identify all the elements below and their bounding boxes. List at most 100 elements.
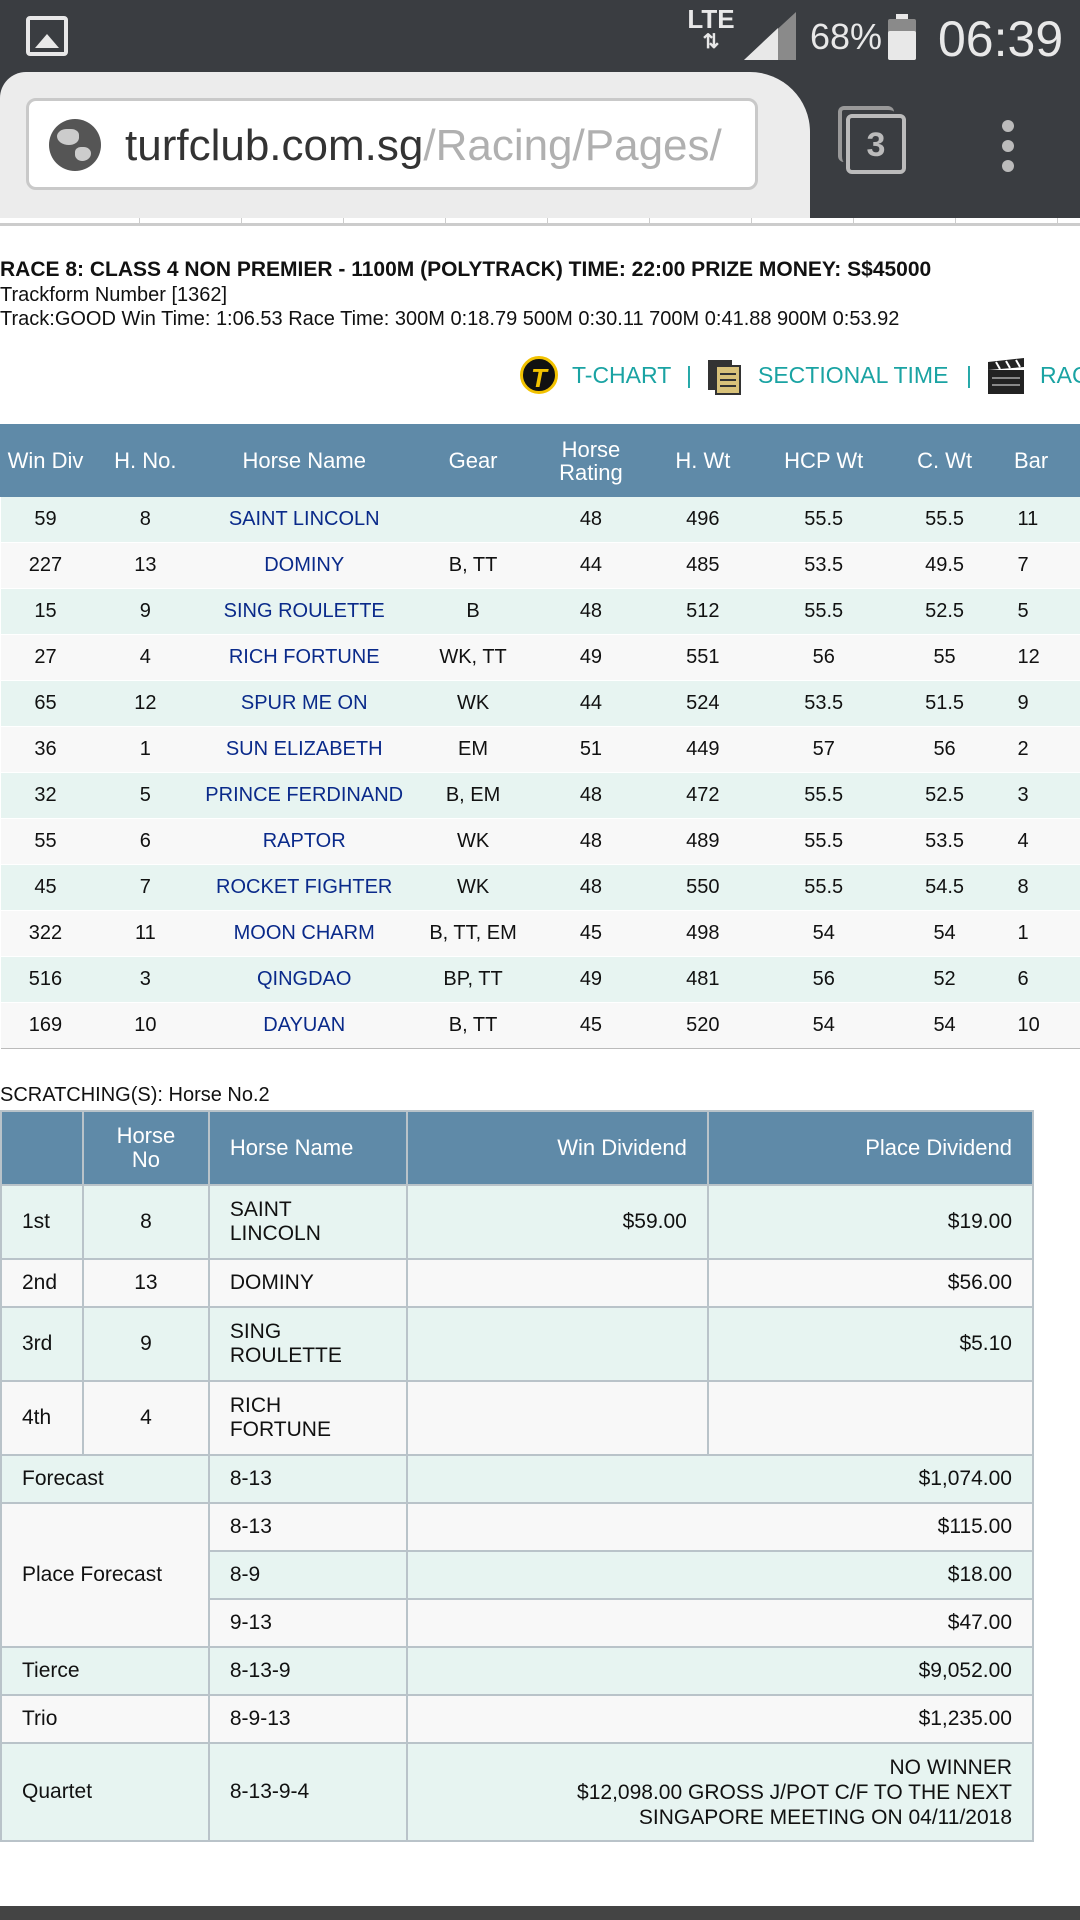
gear-cell — [408, 496, 538, 543]
place-dividend: $5.10 — [706, 1306, 1035, 1382]
battery-percentage: 68% — [810, 16, 883, 57]
win-dividend — [405, 1306, 709, 1382]
pool-combination: 8-13 — [207, 1502, 408, 1552]
horse-name-link[interactable]: DAYUAN — [200, 1002, 409, 1049]
horse-name-link[interactable]: DOMINY — [200, 542, 409, 589]
col-header[interactable]: Gear — [407, 424, 539, 497]
pool-combination: 9-13 — [207, 1598, 408, 1648]
hcp-weight-cell: 56 — [761, 956, 886, 1003]
page-bottom-bar — [0, 1906, 1080, 1920]
placing-position: 1st — [0, 1184, 84, 1260]
placing-horse-name: SAINT LINCOLN — [207, 1184, 408, 1260]
placing-row: 2nd 13 DOMINY $56.00 — [0, 1258, 1035, 1308]
col-header[interactable]: H. No. — [89, 424, 201, 497]
col-header[interactable]: H. Wt — [643, 424, 763, 497]
horse-weight-cell: 489 — [643, 818, 762, 865]
horse-name-link[interactable]: RICH FORTUNE — [200, 634, 409, 681]
win-dividend — [405, 1380, 709, 1456]
race-video-icon[interactable] — [986, 358, 1026, 396]
status-bar: LTE ⇅ 68% 06:39 — [0, 0, 1080, 72]
horse-name-link[interactable]: SAINT LINCOLN — [200, 496, 409, 543]
dividends-table: Horse No Horse Name Win Dividend Place D… — [0, 1110, 1035, 1842]
sectional-time-link[interactable]: SECTIONAL TIME — [758, 362, 948, 389]
horse-weight-cell: 498 — [643, 910, 762, 957]
results-row: 322 11 MOON CHARM B, TT, EM 45 498 54 54 1 — [0, 910, 1080, 957]
t-chart-link[interactable]: T-CHART — [572, 362, 671, 389]
horse-name-link[interactable]: ROCKET FIGHTER — [200, 864, 409, 911]
horse-name-link[interactable]: RAPTOR — [200, 818, 409, 865]
quartet-note-line: $12,098.00 GROSS J/POT C/F TO THE NEXT — [577, 1780, 1012, 1804]
results-row: 516 3 QINGDAO BP, TT 49 481 56 52 6 — [0, 956, 1080, 1003]
web-page: RACE 8: CLASS 4 NON PREMIER - 1100M (POL… — [0, 218, 1080, 1920]
scratchings-note: SCRATCHING(S): Horse No.2 — [0, 1084, 270, 1106]
clock: 06:39 — [938, 11, 1064, 67]
horse-rating-cell: 49 — [537, 634, 644, 681]
barrier-cell: 3 — [1003, 772, 1080, 819]
carried-weight-cell: 53.5 — [885, 818, 1004, 865]
horse-rating-cell: 44 — [537, 680, 644, 727]
horse-rating-cell: 45 — [537, 1002, 644, 1049]
pool-combination: 8-9 — [207, 1550, 408, 1600]
gear-cell: B — [408, 588, 538, 635]
placing-position: 2nd — [0, 1258, 84, 1308]
sectional-time-icon[interactable] — [706, 356, 742, 396]
trackform-number: Trackform Number [1362] — [0, 284, 228, 306]
battery-icon — [888, 14, 916, 60]
placing-row: 1st 8 SAINT LINCOLN $59.00 $19.00 — [0, 1184, 1035, 1260]
hcp-weight-cell: 57 — [761, 726, 886, 773]
overflow-menu-icon[interactable] — [998, 120, 1018, 180]
race-video-link[interactable]: RAC — [1040, 362, 1080, 389]
place-dividend: $56.00 — [706, 1258, 1035, 1308]
results-row: 65 12 SPUR ME ON WK 44 524 53.5 51.5 9 — [0, 680, 1080, 727]
placing-position: 4th — [0, 1380, 84, 1456]
placing-row: 3rd 9 SING ROULETTE $5.10 — [0, 1306, 1035, 1382]
placing-horse-no: 13 — [81, 1258, 210, 1308]
link-separator: | — [966, 362, 972, 388]
pool-dividend: $9,052.00 — [405, 1646, 1035, 1696]
address-bar[interactable]: turfclub.com.sg/Racing/Pages/ — [26, 98, 758, 190]
col-header[interactable]: Horse Rating — [537, 424, 645, 497]
win-div-cell: 322 — [0, 910, 91, 957]
place-dividend: $19.00 — [706, 1184, 1035, 1260]
pool-label: Place Forecast — [0, 1502, 210, 1648]
col-header[interactable]: C. Wt — [885, 424, 1004, 497]
url-path: /Racing/Pages/ — [423, 121, 722, 170]
horse-name-link[interactable]: PRINCE FERDINAND — [200, 772, 409, 819]
gear-cell: WK — [408, 818, 538, 865]
hcp-weight-cell: 55.5 — [761, 772, 886, 819]
barrier-cell: 7 — [1003, 542, 1080, 589]
tab-switcher-button[interactable]: 3 — [838, 106, 906, 174]
pool-dividend: $1,235.00 — [405, 1694, 1035, 1744]
col-header[interactable]: Win Div — [0, 424, 91, 497]
url-text[interactable]: turfclub.com.sg/Racing/Pages/ — [125, 121, 722, 171]
horse-name-link[interactable]: SUN ELIZABETH — [200, 726, 409, 773]
horse-name-link[interactable]: MOON CHARM — [200, 910, 409, 957]
pool-dividend: $18.00 — [405, 1550, 1035, 1600]
dividends-header-row: Horse No Horse Name Win Dividend Place D… — [0, 1110, 1035, 1186]
barrier-cell: 10 — [1003, 1002, 1080, 1049]
win-div-cell: 45 — [0, 864, 91, 911]
site-nav-strip — [0, 218, 1080, 226]
horse-name-link[interactable]: SING ROULETTE — [200, 588, 409, 635]
results-row: 227 13 DOMINY B, TT 44 485 53.5 49.5 7 — [0, 542, 1080, 589]
carried-weight-cell: 54.5 — [885, 864, 1004, 911]
horse-no-cell: 9 — [90, 588, 201, 635]
carried-weight-cell: 49.5 — [885, 542, 1004, 589]
hcp-weight-cell: 53.5 — [761, 542, 886, 589]
horse-weight-cell: 524 — [643, 680, 762, 727]
t-chart-icon[interactable]: T — [520, 356, 558, 394]
horse-weight-cell: 472 — [643, 772, 762, 819]
horse-no-cell: 8 — [90, 496, 201, 543]
carried-weight-cell: 54 — [885, 1002, 1004, 1049]
col-header[interactable]: Bar — [1003, 424, 1080, 497]
hcp-weight-cell: 56 — [761, 634, 886, 681]
horse-name-link[interactable]: SPUR ME ON — [200, 680, 409, 727]
barrier-cell: 1 — [1003, 910, 1080, 957]
col-header[interactable]: HCP Wt — [761, 424, 887, 497]
results-row: 15 9 SING ROULETTE B 48 512 55.5 52.5 5 — [0, 588, 1080, 635]
col-header[interactable]: Horse Name — [199, 424, 409, 497]
horse-no-cell: 5 — [90, 772, 201, 819]
hcp-weight-cell: 54 — [761, 1002, 886, 1049]
horse-weight-cell: 496 — [643, 496, 762, 543]
horse-name-link[interactable]: QINGDAO — [200, 956, 409, 1003]
